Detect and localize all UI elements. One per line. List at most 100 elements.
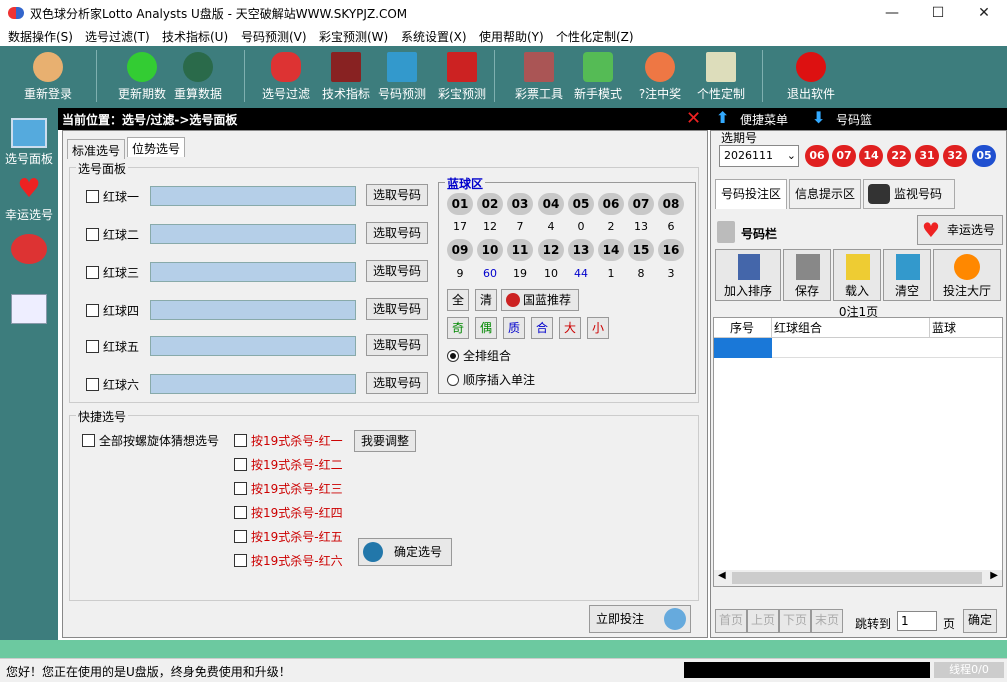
pick-button[interactable]: 选取号码 — [366, 334, 428, 356]
small-button[interactable]: 小 — [587, 317, 609, 339]
menu-data[interactable]: 数据操作(S) — [8, 28, 73, 45]
blue-ball[interactable]: 02 — [477, 193, 503, 215]
pick-button[interactable]: 选取号码 — [366, 298, 428, 320]
lottery-tools-button[interactable]: 彩票工具 — [510, 50, 568, 102]
blue-ball[interactable]: 07 — [628, 193, 654, 215]
menu-caibao[interactable]: 彩宝预测(W) — [319, 28, 388, 45]
red-ball-4-field[interactable] — [150, 300, 356, 320]
menu-settings[interactable]: 系统设置(X) — [401, 28, 467, 45]
table-row[interactable] — [714, 338, 772, 358]
prize-button[interactable]: ?注中奖 — [632, 50, 688, 102]
red-ball-1-checkbox[interactable]: 红球一 — [86, 188, 139, 205]
recalc-button[interactable]: 重算数据 — [170, 50, 226, 102]
blue-ball[interactable]: 10 — [477, 239, 503, 261]
kill-red-4-checkbox[interactable]: 按19式杀号-红四 — [234, 504, 343, 521]
blue-ball[interactable]: 05 — [568, 193, 594, 215]
bet-now-button[interactable]: 立即投注 — [589, 605, 691, 633]
blue-ball[interactable]: 04 — [538, 193, 564, 215]
add-sort-button[interactable]: 加入排序 — [715, 249, 781, 301]
blue-ball[interactable]: 13 — [568, 239, 594, 261]
pick-button[interactable]: 选取号码 — [366, 222, 428, 244]
national-blue-button[interactable]: 国蓝推荐 — [501, 289, 579, 311]
sidebar-item-lucky[interactable]: ♥ 幸运选号 — [0, 174, 58, 223]
kill-red-3-checkbox[interactable]: 按19式杀号-红三 — [234, 480, 343, 497]
kill-red-6-checkbox[interactable]: 按19式杀号-红六 — [234, 552, 343, 569]
filter-button[interactable]: 选号过滤 — [258, 50, 314, 102]
prime-button[interactable]: 质 — [503, 317, 525, 339]
kill-red-5-checkbox[interactable]: 按19式杀号-红五 — [234, 528, 343, 545]
red-ball-3-field[interactable] — [150, 262, 356, 282]
bet-hall-button[interactable]: 投注大厅 — [933, 249, 1001, 301]
indicator-button[interactable]: 技术指标 — [318, 50, 374, 102]
pick-button[interactable]: 选取号码 — [366, 372, 428, 394]
novice-mode-button[interactable]: 新手模式 — [570, 50, 626, 102]
blue-ball[interactable]: 09 — [447, 239, 473, 261]
red-ball-4-checkbox[interactable]: 红球四 — [86, 302, 139, 319]
select-all-button[interactable]: 全 — [447, 289, 469, 311]
adjust-button[interactable]: 我要调整 — [354, 430, 416, 452]
tab-bet-zone[interactable]: 号码投注区 — [715, 179, 787, 209]
tab-monitor[interactable]: 监视号码 — [863, 179, 955, 209]
tab-position[interactable]: 位势选号 — [127, 137, 186, 157]
update-periods-button[interactable]: 更新期数 — [114, 50, 170, 102]
load-button[interactable]: 载入 — [833, 249, 881, 301]
sidebar-item-filter[interactable] — [0, 234, 58, 266]
caibao-button[interactable]: 彩宝预测 — [434, 50, 490, 102]
period-select[interactable]: 2026111 ⌄ — [719, 145, 799, 167]
menu-custom[interactable]: 个性化定制(Z) — [556, 28, 634, 45]
customize-button[interactable]: 个性定制 — [692, 50, 750, 102]
menu-filter[interactable]: 选号过滤(T) — [85, 28, 150, 45]
basket-link[interactable]: 号码篮 — [836, 111, 872, 128]
close-button[interactable]: ✕ — [961, 0, 1007, 26]
tab-info-zone[interactable]: 信息提示区 — [789, 179, 861, 209]
big-button[interactable]: 大 — [559, 317, 581, 339]
quick-menu-link[interactable]: 便捷菜单 — [740, 111, 788, 128]
menu-indicator[interactable]: 技术指标(U) — [162, 28, 228, 45]
red-ball-2-field[interactable] — [150, 224, 356, 244]
menu-help[interactable]: 使用帮助(Y) — [479, 28, 544, 45]
odd-button[interactable]: 奇 — [447, 317, 469, 339]
clear-list-button[interactable]: 清空 — [883, 249, 931, 301]
scrollbar-thumb[interactable] — [732, 572, 982, 584]
spiral-checkbox[interactable]: 全部按螺旋体猜想选号 — [82, 432, 219, 449]
blue-ball[interactable]: 08 — [658, 193, 684, 215]
red-ball-2-checkbox[interactable]: 红球二 — [86, 226, 139, 243]
blue-ball[interactable]: 15 — [628, 239, 654, 261]
close-icon[interactable]: ✕ — [686, 108, 701, 129]
full-combo-radio[interactable]: 全排组合 — [447, 347, 511, 364]
exit-button[interactable]: 退出软件 — [782, 50, 840, 102]
composite-button[interactable]: 合 — [531, 317, 553, 339]
menu-predict[interactable]: 号码预测(V) — [241, 28, 307, 45]
red-ball-6-field[interactable] — [150, 374, 356, 394]
lucky-pick-button[interactable]: ♥ 幸运选号 — [917, 215, 1003, 245]
first-page-button[interactable]: 首页 — [715, 609, 747, 633]
jump-ok-button[interactable]: 确定 — [963, 609, 997, 633]
sidebar-item-panel[interactable]: 选号面板 — [0, 118, 58, 167]
predict-button[interactable]: 号码预测 — [374, 50, 430, 102]
minimize-button[interactable]: — — [869, 0, 915, 26]
prev-page-button[interactable]: 上页 — [747, 609, 779, 633]
blue-ball[interactable]: 11 — [507, 239, 533, 261]
kill-red-2-checkbox[interactable]: 按19式杀号-红二 — [234, 456, 343, 473]
red-ball-6-checkbox[interactable]: 红球六 — [86, 376, 139, 393]
table-row[interactable] — [772, 338, 1002, 358]
blue-ball[interactable]: 12 — [538, 239, 564, 261]
horizontal-scrollbar[interactable]: ◀ ▶ — [714, 570, 1002, 586]
pick-button[interactable]: 选取号码 — [366, 184, 428, 206]
blue-ball[interactable]: 14 — [598, 239, 624, 261]
tab-standard[interactable]: 标准选号 — [67, 139, 126, 159]
red-ball-5-field[interactable] — [150, 336, 356, 356]
red-ball-3-checkbox[interactable]: 红球三 — [86, 264, 139, 281]
red-ball-5-checkbox[interactable]: 红球五 — [86, 338, 139, 355]
kill-red-1-checkbox[interactable]: 按19式杀号-红一 — [234, 432, 343, 449]
sequential-insert-radio[interactable]: 顺序插入单注 — [447, 371, 535, 388]
last-page-button[interactable]: 末页 — [811, 609, 843, 633]
blue-ball[interactable]: 03 — [507, 193, 533, 215]
red-ball-1-field[interactable] — [150, 186, 356, 206]
sidebar-item-doc[interactable] — [0, 294, 58, 326]
blue-ball[interactable]: 06 — [598, 193, 624, 215]
relogin-button[interactable]: 重新登录 — [20, 50, 76, 102]
save-button[interactable]: 保存 — [783, 249, 831, 301]
pick-button[interactable]: 选取号码 — [366, 260, 428, 282]
blue-ball[interactable]: 16 — [658, 239, 684, 261]
